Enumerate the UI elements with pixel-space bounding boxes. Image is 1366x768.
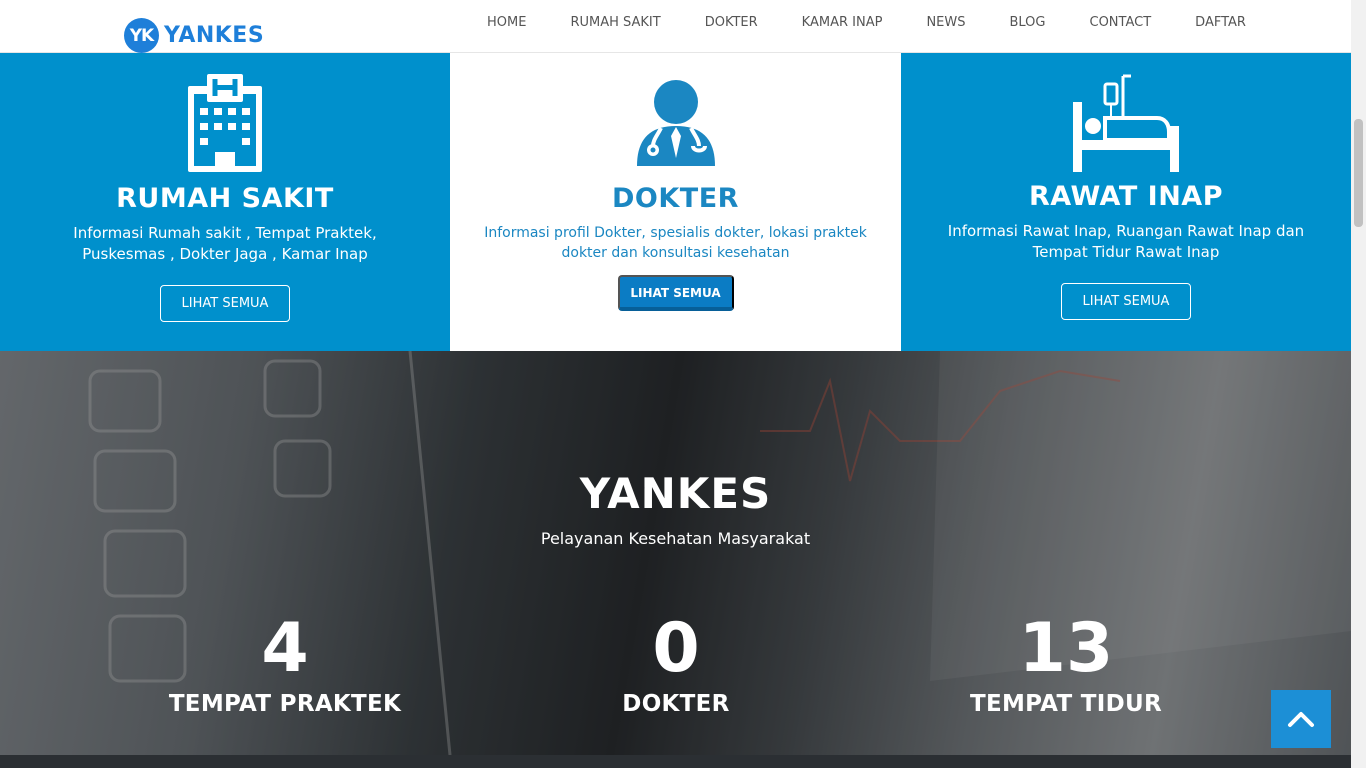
feature-title: RUMAH SAKIT — [116, 183, 334, 214]
scroll-to-top-button[interactable] — [1271, 690, 1331, 748]
main-nav: HOME RUMAH SAKIT DOKTER KAMAR INAP NEWS … — [465, 0, 1268, 46]
nav-dokter[interactable]: DOKTER — [683, 0, 780, 46]
feature-rawat-inap: RAWAT INAP Informasi Rawat Inap, Ruangan… — [901, 53, 1351, 351]
site-logo[interactable]: YK YANKES — [124, 18, 264, 53]
stat-value: 13 — [1018, 609, 1114, 688]
stat-value: 0 — [652, 609, 700, 688]
feature-description: Informasi profil Dokter, spesialis dokte… — [484, 225, 867, 261]
nav-home[interactable]: HOME — [465, 0, 548, 46]
stat-label: TEMPAT PRAKTEK — [168, 691, 402, 717]
hero-section: YANKES Pelayanan Kesehatan Masyarakat 4 … — [0, 351, 1351, 755]
nav-daftar[interactable]: DAFTAR — [1173, 0, 1268, 46]
lihat-semua-rawat-inap-button[interactable]: LIHAT SEMUA — [1061, 283, 1191, 320]
page-scrollbar[interactable] — [1351, 0, 1366, 768]
stat-value: 4 — [261, 609, 309, 688]
doctor-icon — [635, 80, 717, 172]
nav-blog[interactable]: BLOG — [987, 0, 1067, 46]
next-section-edge — [0, 755, 1351, 768]
stat-label: DOKTER — [622, 691, 730, 717]
feature-dokter: DOKTER Informasi profil Dokter, spesiali… — [450, 53, 901, 351]
hero-title: YANKES — [579, 469, 772, 518]
stat-tempat-tidur: 13 TEMPAT TIDUR — [866, 609, 1266, 717]
logo-badge: YK — [124, 18, 159, 53]
feature-rumah-sakit: RUMAH SAKIT Informasi Rumah sakit , Temp… — [0, 53, 450, 351]
feature-description: Informasi Rumah sakit , Tempat Praktek, … — [73, 224, 377, 263]
feature-description: Informasi Rawat Inap, Ruangan Rawat Inap… — [947, 222, 1305, 261]
lihat-semua-dokter-button[interactable]: LIHAT SEMUA — [617, 275, 734, 311]
hero-subtitle: Pelayanan Kesehatan Masyarakat — [540, 529, 811, 548]
feature-panels: RUMAH SAKIT Informasi Rumah sakit , Temp… — [0, 53, 1351, 351]
hospital-bed-icon — [1071, 74, 1181, 176]
nav-kamar-inap[interactable]: KAMAR INAP — [780, 0, 905, 46]
stat-tempat-praktek: 4 TEMPAT PRAKTEK — [85, 609, 485, 717]
site-header: YK YANKES HOME RUMAH SAKIT DOKTER KAMAR … — [0, 0, 1351, 53]
stat-label: TEMPAT TIDUR — [969, 691, 1163, 717]
feature-title: DOKTER — [612, 183, 739, 214]
scrollbar-thumb[interactable] — [1354, 119, 1363, 227]
hospital-building-icon — [185, 74, 265, 178]
chevron-up-icon — [1288, 712, 1314, 727]
stat-dokter: 0 DOKTER — [476, 609, 876, 717]
logo-text: YANKES — [164, 23, 265, 48]
feature-title: RAWAT INAP — [1029, 181, 1223, 212]
nav-rumah-sakit[interactable]: RUMAH SAKIT — [548, 0, 682, 46]
nav-news[interactable]: NEWS — [904, 0, 987, 46]
lihat-semua-rumah-sakit-button[interactable]: LIHAT SEMUA — [160, 285, 290, 322]
nav-contact[interactable]: CONTACT — [1068, 0, 1174, 46]
